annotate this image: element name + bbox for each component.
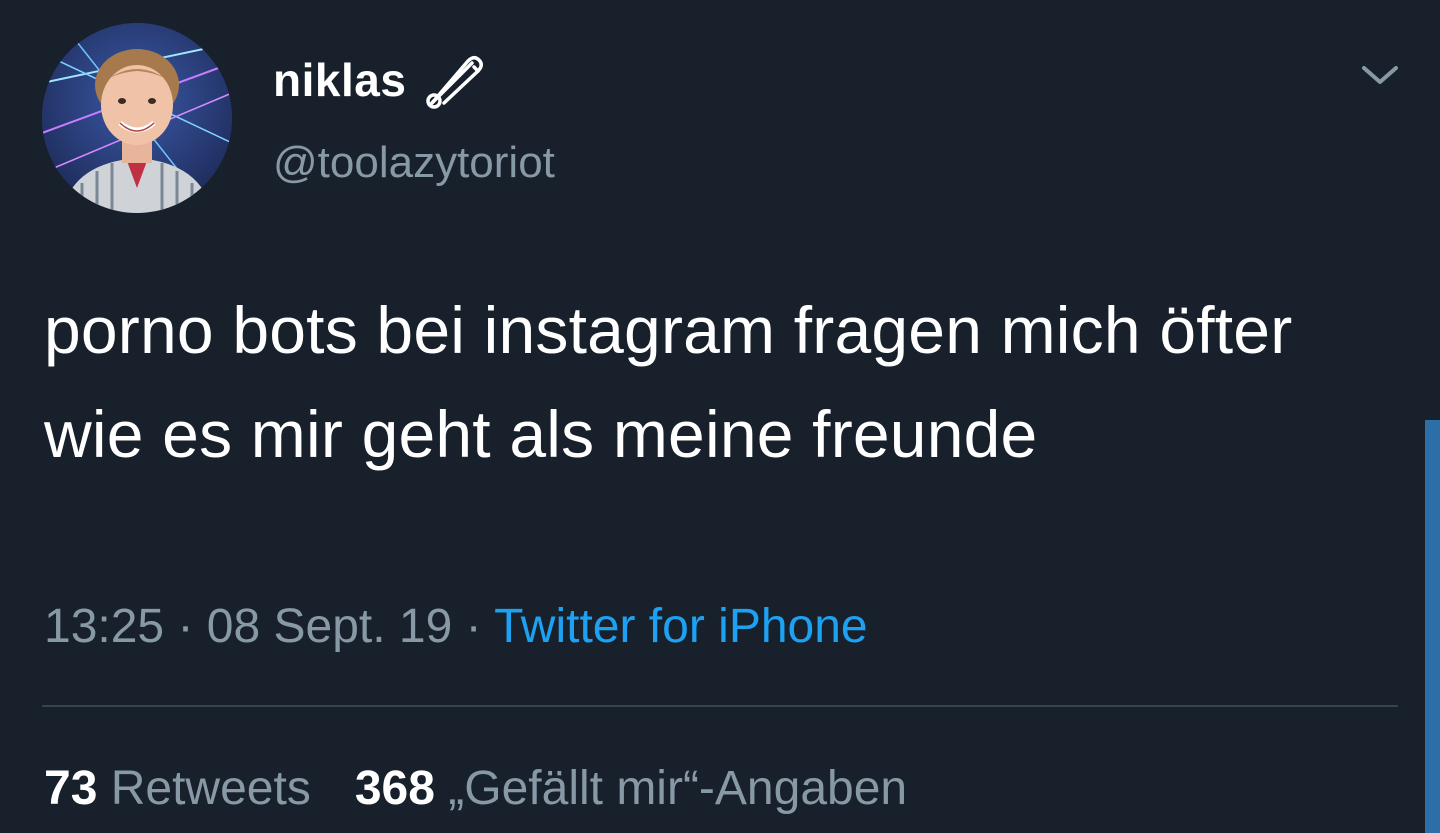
tweet-date[interactable]: 08 Sept. 19	[207, 600, 453, 653]
likes-stat[interactable]: 368 „Gefällt mir“-Angaben	[355, 762, 907, 815]
tweet-time[interactable]: 13:25	[44, 600, 164, 653]
retweets-label: Retweets	[110, 762, 311, 815]
retweets-count: 73	[44, 762, 98, 815]
scrollbar[interactable]	[1425, 420, 1440, 833]
tweet-source-link[interactable]: Twitter for iPhone	[494, 600, 868, 653]
retweets-stat[interactable]: 73 Retweets	[44, 762, 311, 815]
tweet-meta: 13:25 · 08 Sept. 19 · Twitter for iPhone	[44, 596, 868, 658]
divider	[42, 705, 1398, 707]
display-name[interactable]: niklas	[273, 53, 406, 107]
meta-separator: ·	[452, 600, 495, 653]
tweet-text: porno bots bei instagram fragen mich öft…	[44, 293, 1293, 471]
chevron-down-icon[interactable]	[1358, 58, 1402, 92]
likes-label: „Gefällt mir“-Angaben	[448, 762, 908, 815]
likes-count: 368	[354, 762, 435, 815]
safety-pin-icon	[422, 51, 488, 109]
user-handle[interactable]: @toolazytoriot	[273, 138, 555, 188]
avatar[interactable]	[42, 23, 232, 213]
tweet-detail: niklas @toolazytoriot porno bots bei ins…	[0, 0, 1440, 833]
user-name-row[interactable]: niklas	[273, 50, 488, 110]
tweet-stats: 73 Retweets 368 „Gefällt mir“-Angaben	[44, 758, 907, 820]
meta-separator: ·	[164, 600, 207, 653]
